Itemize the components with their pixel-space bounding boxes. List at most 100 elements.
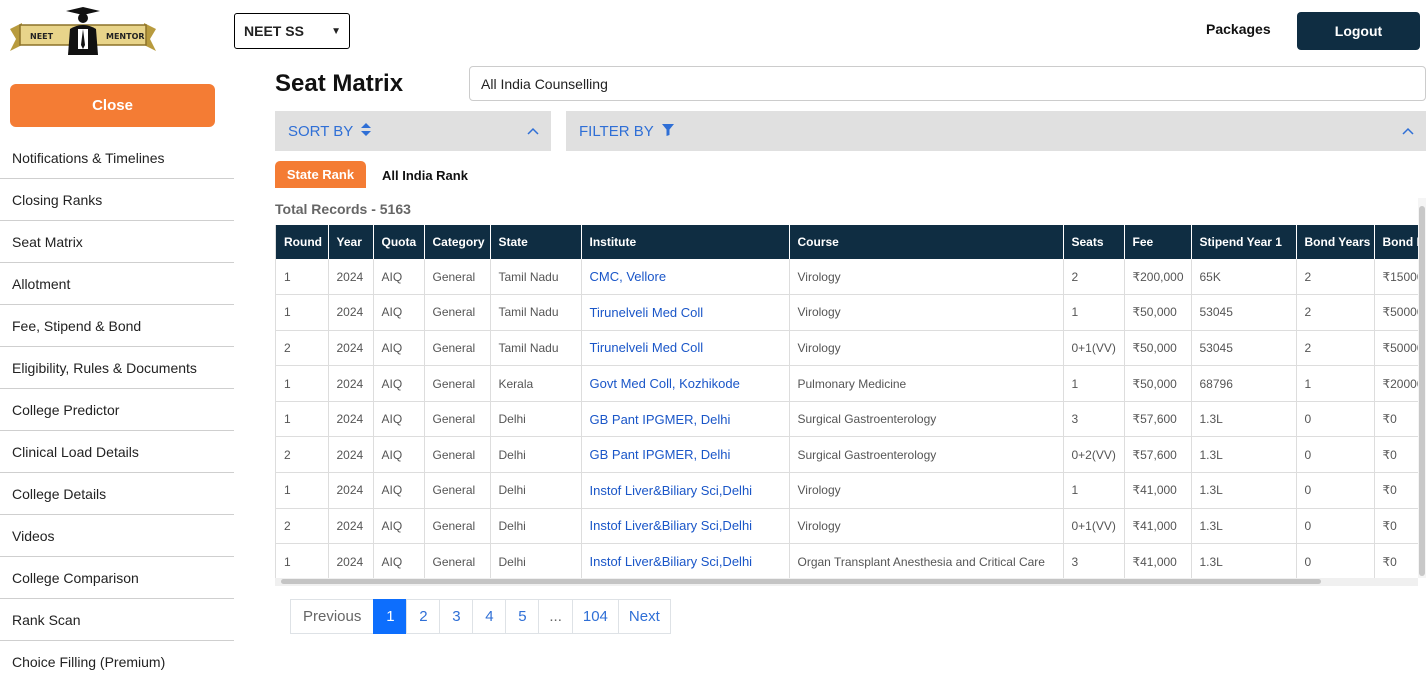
tab-all-india-rank[interactable]: All India Rank [382, 168, 468, 183]
table-cell: ₹41,000 [1124, 508, 1192, 545]
table-cell: 2 [1296, 330, 1375, 367]
table-cell: Virology [789, 294, 1064, 331]
sidebar-item-notifications[interactable]: Notifications & Timelines [0, 137, 234, 179]
table-cell: 0+1(VV) [1063, 508, 1125, 545]
page-button[interactable]: 3 [439, 599, 474, 634]
table-cell: ₹0 [1374, 543, 1418, 580]
table-cell: 2024 [328, 472, 374, 509]
table-cell: AIQ [373, 472, 425, 509]
close-sidebar-button[interactable]: Close [10, 84, 215, 127]
packages-link[interactable]: Packages [1206, 21, 1271, 37]
column-header[interactable]: Category [424, 225, 491, 259]
column-header[interactable]: Course [789, 225, 1064, 259]
table-cell: 1 [276, 365, 329, 402]
institute-link[interactable]: Tirunelveli Med Coll [581, 330, 790, 367]
table-row: 1 2024 AIQ General Kerala Govt Med Coll, Kozh… [276, 365, 1418, 402]
institute-link[interactable]: GB Pant IPGMER, Delhi [581, 401, 790, 438]
counselling-select[interactable]: All India Counselling [469, 66, 1426, 101]
page-button[interactable]: 2 [406, 599, 441, 634]
institute-link[interactable]: GB Pant IPGMER, Delhi [581, 436, 790, 474]
page-button[interactable]: 1 [373, 599, 408, 634]
table-cell: 0 [1296, 543, 1375, 580]
next-page-button[interactable]: Next [617, 599, 671, 634]
institute-link[interactable]: Govt Med Coll, Kozhikode [581, 365, 790, 402]
institute-link[interactable]: Tirunelveli Med Coll [581, 294, 790, 331]
column-header[interactable]: Quota [373, 225, 425, 259]
institute-link[interactable]: Instof Liver&Biliary Sci,Delhi [581, 472, 790, 509]
sidebar-item-college-details[interactable]: College Details [0, 473, 234, 515]
table-cell: General [424, 543, 491, 580]
sort-by-toggle[interactable]: SORT BY [275, 111, 551, 151]
table-cell: 2 [276, 330, 329, 367]
scrollbar-thumb[interactable] [281, 579, 1321, 584]
column-header[interactable]: Year [328, 225, 374, 259]
total-records: Total Records - 5163 [275, 201, 411, 217]
sidebar-item-seat-matrix[interactable]: Seat Matrix [0, 221, 234, 263]
table-cell: 2024 [328, 401, 374, 438]
table-cell: 0+2(VV) [1063, 436, 1125, 474]
sidebar-item-college-predictor[interactable]: College Predictor [0, 389, 234, 431]
table-row: 1 2024 AIQ General Delhi Instof Liver&Biliary… [276, 543, 1418, 580]
table-cell: Kerala [490, 365, 582, 402]
page-button[interactable]: 104 [571, 599, 619, 634]
neet-mentor-logo[interactable]: NEET MENTOR [8, 5, 158, 57]
column-header[interactable]: Bond Years [1296, 225, 1375, 259]
table-cell: 1 [276, 472, 329, 509]
sort-icon [361, 123, 372, 139]
table-cell: Tamil Nadu [490, 259, 582, 296]
table-row: 1 2024 AIQ General Tamil Nadu CMC, Vellore Vir… [276, 259, 1418, 296]
column-header[interactable]: Round [276, 225, 329, 259]
sidebar-item-college-comparison[interactable]: College Comparison [0, 557, 234, 599]
sidebar-item-videos[interactable]: Videos [0, 515, 234, 557]
sidebar-item-clinical-load[interactable]: Clinical Load Details [0, 431, 234, 473]
institute-link[interactable]: CMC, Vellore [581, 259, 790, 296]
table-cell: 53045 [1191, 294, 1297, 331]
table-cell: 1.3L [1191, 436, 1297, 474]
table-cell: AIQ [373, 365, 425, 402]
column-header[interactable]: Seats [1063, 225, 1125, 259]
scrollbar-thumb[interactable] [1419, 206, 1425, 576]
table-cell: 2024 [328, 543, 374, 580]
table-cell: ₹50,000 [1124, 330, 1192, 367]
vertical-scrollbar[interactable] [1418, 198, 1426, 578]
table-cell: 1 [1063, 472, 1125, 509]
table-cell: 1 [1296, 365, 1375, 402]
chevron-up-icon [1402, 122, 1414, 135]
column-header[interactable]: Fee [1124, 225, 1192, 259]
tab-state-rank[interactable]: State Rank [275, 161, 366, 188]
table-cell: ₹5000000 [1374, 294, 1418, 331]
sidebar-item-choice-filling[interactable]: Choice Filling (Premium) [0, 641, 234, 677]
logo-text-left: NEET [30, 32, 54, 41]
institute-link[interactable]: Instof Liver&Biliary Sci,Delhi [581, 508, 790, 545]
page-button[interactable]: 5 [505, 599, 540, 634]
table-cell: 1 [1063, 294, 1125, 331]
column-header[interactable]: Institute [581, 225, 790, 259]
page-ellipsis: ... [538, 599, 573, 634]
institute-link[interactable]: Instof Liver&Biliary Sci,Delhi [581, 543, 790, 580]
logout-button[interactable]: Logout [1297, 12, 1420, 50]
table-cell: General [424, 472, 491, 509]
table-row: 2 2024 AIQ General Tamil Nadu Tirunelveli Med… [276, 330, 1418, 367]
table-cell: 1 [276, 401, 329, 438]
horizontal-scrollbar[interactable] [275, 578, 1418, 586]
previous-page-button[interactable]: Previous [290, 599, 375, 634]
page-button[interactable]: 4 [472, 599, 507, 634]
table-cell: General [424, 508, 491, 545]
table-cell: 1 [1063, 365, 1125, 402]
table-cell: General [424, 259, 491, 296]
filter-by-toggle[interactable]: FILTER BY [566, 111, 1426, 151]
column-header[interactable]: Bond Penalty [1374, 225, 1418, 259]
sidebar-item-rank-scan[interactable]: Rank Scan [0, 599, 234, 641]
table-cell: 2024 [328, 294, 374, 331]
sidebar-item-fee-stipend-bond[interactable]: Fee, Stipend & Bond [0, 305, 234, 347]
sidebar-item-eligibility[interactable]: Eligibility, Rules & Documents [0, 347, 234, 389]
exam-select[interactable]: NEET SS ▼ [234, 13, 350, 49]
sidebar-item-closing-ranks[interactable]: Closing Ranks [0, 179, 234, 221]
column-header[interactable]: State [490, 225, 582, 259]
table-cell: General [424, 294, 491, 331]
sidebar-item-allotment[interactable]: Allotment [0, 263, 234, 305]
table-cell: ₹0 [1374, 508, 1418, 545]
column-header[interactable]: Stipend Year 1 [1191, 225, 1297, 259]
table-cell: ₹57,600 [1124, 401, 1192, 438]
table-cell: ₹57,600 [1124, 436, 1192, 474]
